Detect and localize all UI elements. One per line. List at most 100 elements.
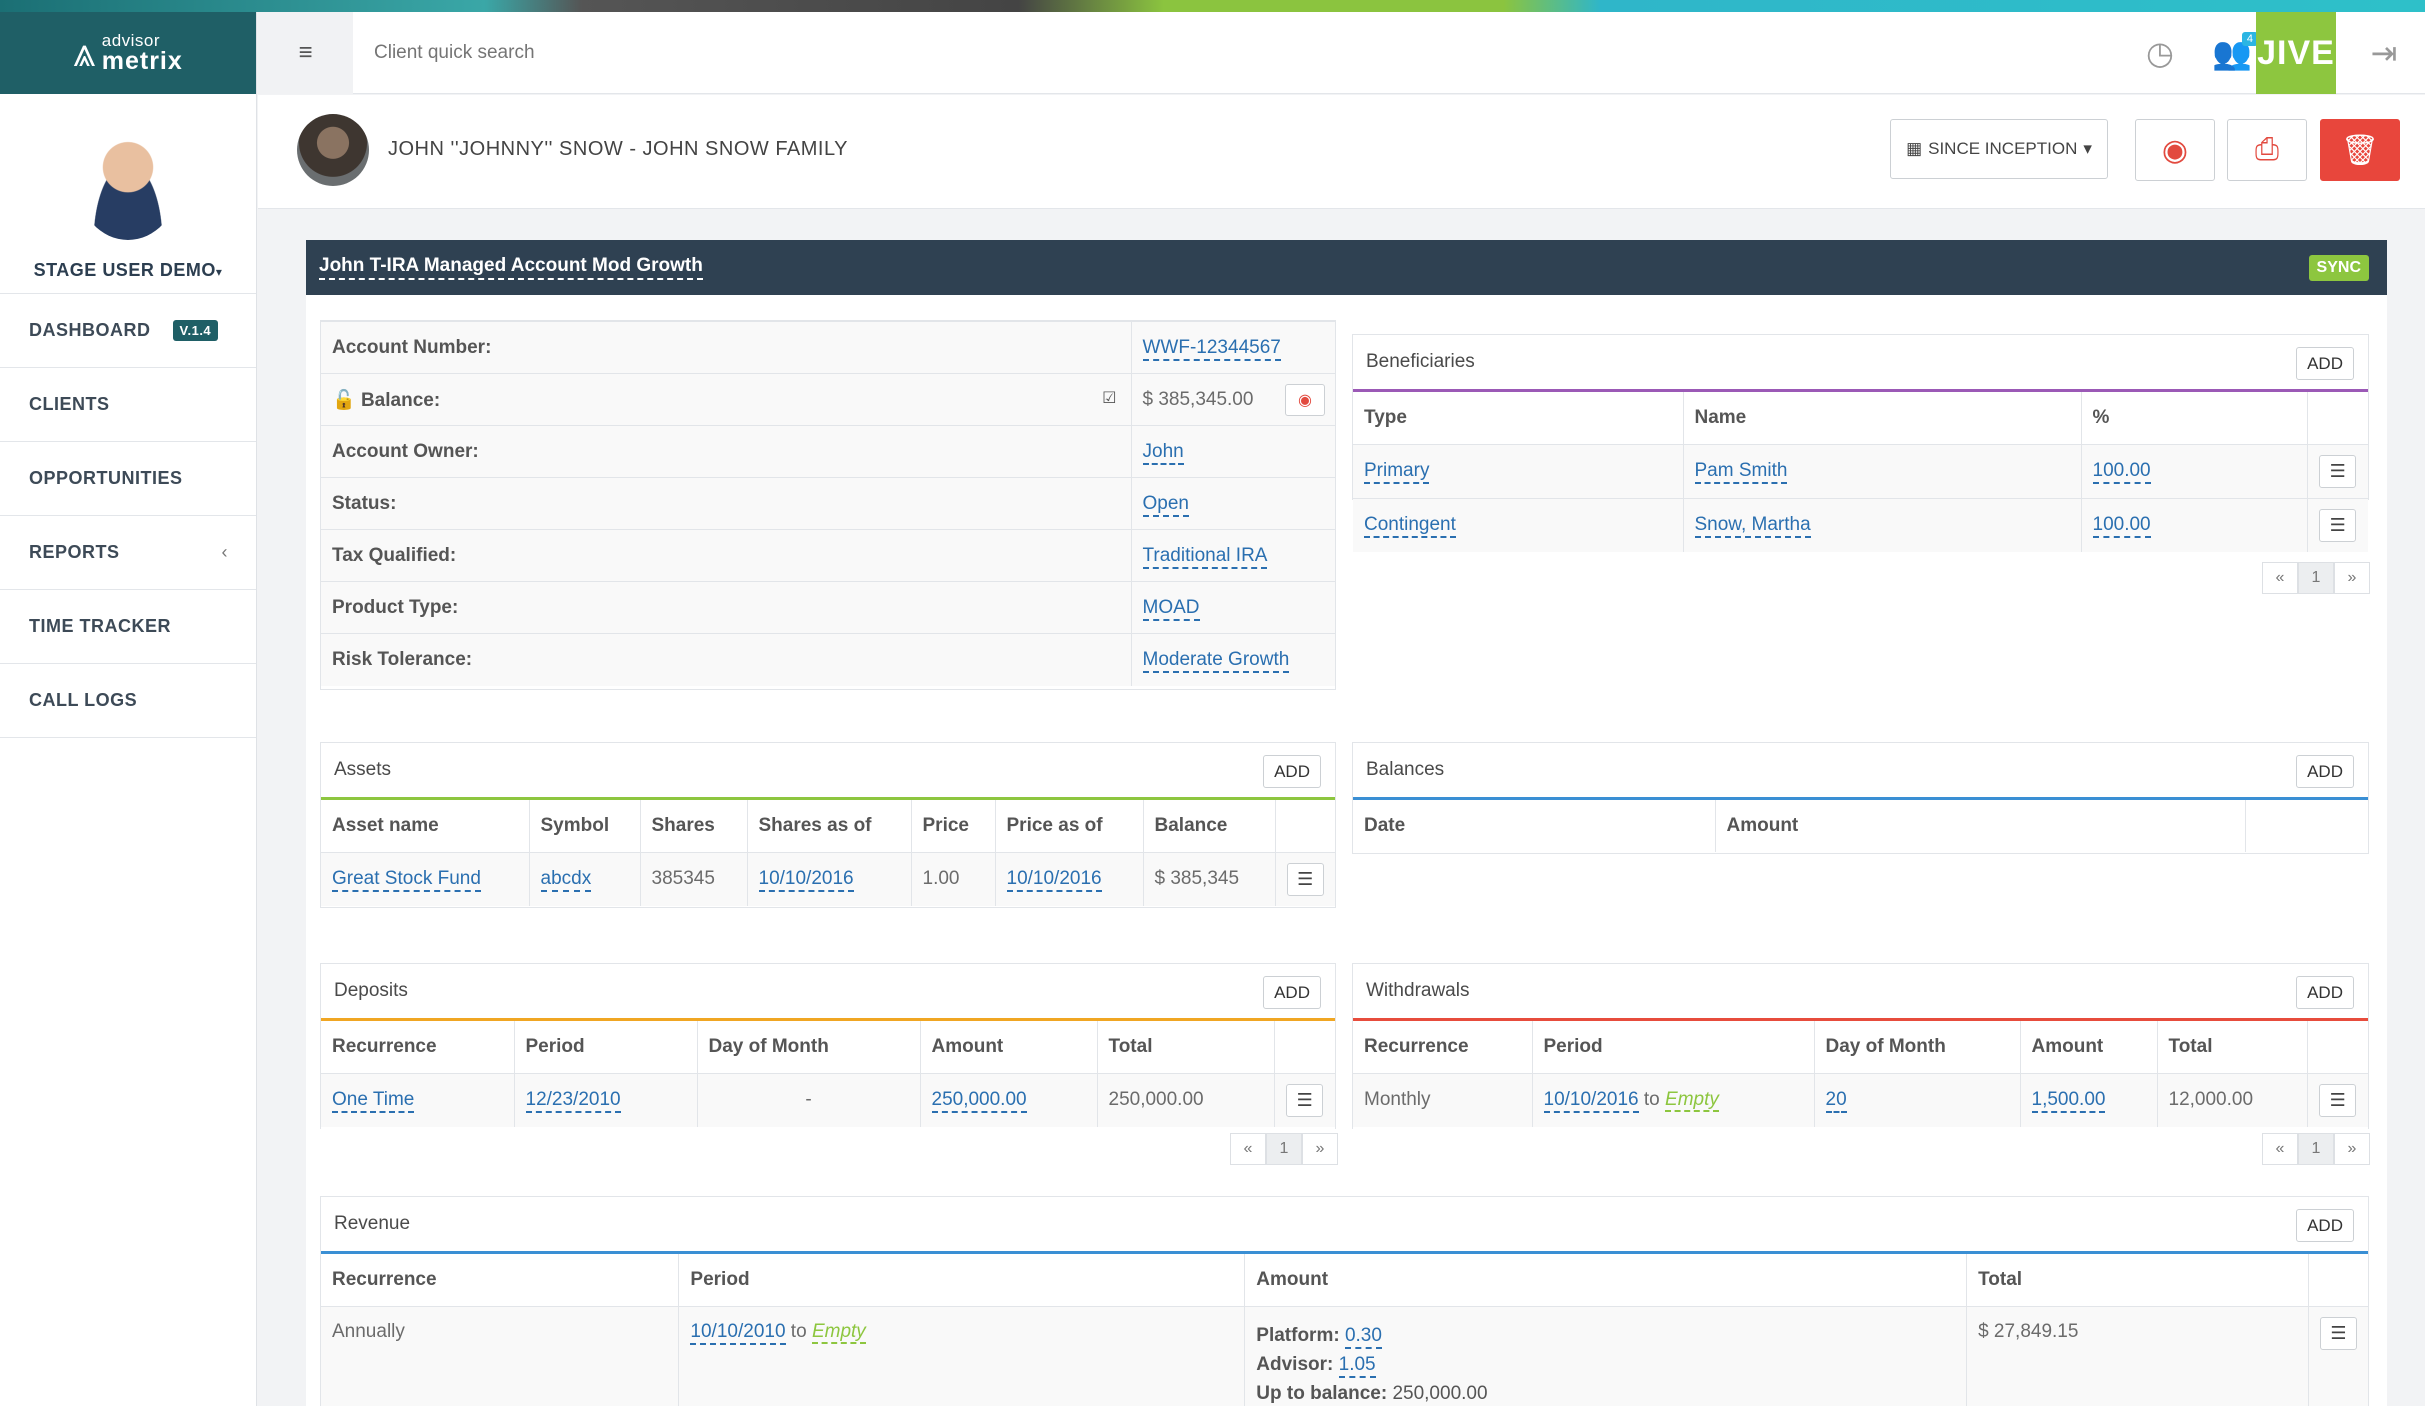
pdf-export-button[interactable]: ⎙ bbox=[2227, 119, 2307, 181]
withdrawal-period-to[interactable]: Empty bbox=[1665, 1089, 1719, 1113]
sidebar-item-clients[interactable]: CLIENTS bbox=[0, 368, 256, 442]
sidebar-item-dashboard[interactable]: DASHBOARD V.1.4 bbox=[0, 294, 256, 368]
date-range-dropdown[interactable]: ▦ SINCE INCEPTION ▾ bbox=[1890, 119, 2108, 179]
column-header: Date bbox=[1353, 800, 1716, 852]
column-header: Type bbox=[1353, 392, 1684, 444]
price-as-of[interactable]: 10/10/2016 bbox=[1006, 868, 1102, 893]
advisor-fee[interactable]: 1.05 bbox=[1338, 1353, 1376, 1378]
checkbox-icon[interactable]: ☑ bbox=[1102, 388, 1116, 408]
pager-next[interactable]: » bbox=[1302, 1133, 1338, 1165]
pager-next[interactable]: » bbox=[2334, 562, 2370, 594]
table-header-row: Date Amount bbox=[1353, 800, 2368, 852]
pager-next[interactable]: » bbox=[2334, 1133, 2370, 1165]
add-withdrawal-button[interactable]: ADD bbox=[2296, 976, 2354, 1009]
add-deposit-button[interactable]: ADD bbox=[1263, 976, 1321, 1009]
assets-panel: Assets ADD Asset name Symbol Shares Shar… bbox=[320, 742, 1336, 908]
sidebar-item-reports[interactable]: REPORTS ‹ bbox=[0, 516, 256, 590]
risk-tolerance-value[interactable]: Moderate Growth bbox=[1142, 648, 1290, 673]
history-icon[interactable]: ◷ bbox=[2120, 12, 2200, 94]
field-value[interactable]: MOAD bbox=[1131, 581, 1335, 634]
panel-header: Assets ADD bbox=[321, 743, 1335, 800]
sync-button[interactable]: SYNC bbox=[2308, 255, 2369, 281]
beneficiary-percent[interactable]: 100.00 bbox=[2092, 514, 2151, 539]
product-type-value[interactable]: MOAD bbox=[1142, 596, 1200, 621]
table-cell: 1.00 bbox=[911, 851, 996, 906]
row-menu-icon[interactable]: ☰ bbox=[2319, 1083, 2357, 1117]
deposit-period[interactable]: 12/23/2010 bbox=[525, 1089, 621, 1114]
shares-as-of[interactable]: 10/10/2016 bbox=[758, 868, 854, 893]
row-menu-icon[interactable]: ☰ bbox=[1286, 1083, 1324, 1117]
column-header: Name bbox=[1683, 392, 2082, 444]
platform-label: Platform: bbox=[1256, 1324, 1340, 1346]
deposit-recurrence[interactable]: One Time bbox=[332, 1089, 415, 1114]
beneficiary-name[interactable]: Pam Smith bbox=[1694, 460, 1788, 484]
revenue-period-to[interactable]: Empty bbox=[811, 1320, 866, 1344]
dog-icon-button[interactable]: ◉ bbox=[2135, 119, 2215, 181]
add-balance-button[interactable]: ADD bbox=[2296, 755, 2354, 788]
logout-icon[interactable]: ⇥ bbox=[2344, 12, 2424, 94]
add-beneficiary-button[interactable]: ADD bbox=[2296, 347, 2354, 380]
jive-button[interactable]: JIVE bbox=[2256, 12, 2336, 94]
account-number-value[interactable]: WWF-12344567 bbox=[1142, 336, 1281, 361]
sidebar-item-call-logs[interactable]: CALL LOGS bbox=[0, 664, 256, 738]
withdrawals-panel: Withdrawals ADD Recurrence Period Day of… bbox=[1352, 963, 2369, 1129]
client-search-input[interactable] bbox=[374, 38, 1074, 68]
user-profile: STAGE USER DEMO▾ bbox=[0, 94, 256, 294]
asset-symbol[interactable]: abcdx bbox=[540, 868, 592, 893]
app-logo[interactable]: ⩓ advisor metrix bbox=[0, 12, 256, 94]
row-menu-icon[interactable]: ☰ bbox=[1286, 862, 1324, 896]
column-header: Asset name bbox=[321, 800, 530, 852]
beneficiary-name[interactable]: Snow, Martha bbox=[1694, 514, 1811, 539]
user-menu[interactable]: STAGE USER DEMO▾ bbox=[34, 260, 223, 281]
table-cell: ☰ bbox=[2307, 443, 2368, 498]
pager-prev[interactable]: « bbox=[2262, 562, 2298, 594]
sidebar-item-time-tracker[interactable]: TIME TRACKER bbox=[0, 590, 256, 664]
add-revenue-button[interactable]: ADD bbox=[2296, 1209, 2354, 1242]
add-asset-button[interactable]: ADD bbox=[1263, 755, 1321, 788]
column-header: Period bbox=[678, 1254, 1246, 1306]
pager-page[interactable]: 1 bbox=[1266, 1133, 1302, 1165]
field-label: Product Type: bbox=[321, 581, 1132, 634]
revenue-period-from[interactable]: 10/10/2010 bbox=[690, 1320, 786, 1345]
dog-badge-icon[interactable]: ◉ bbox=[1285, 384, 1325, 416]
account-title[interactable]: John T-IRA Managed Account Mod Growth bbox=[319, 255, 703, 280]
pager-prev[interactable]: « bbox=[2262, 1133, 2298, 1165]
pager-page[interactable]: 1 bbox=[2298, 562, 2334, 594]
beneficiary-type[interactable]: Contingent bbox=[1364, 514, 1456, 539]
panel-title: Beneficiaries bbox=[1366, 351, 1475, 372]
field-value[interactable]: WWF-12344567 bbox=[1131, 321, 1335, 374]
delete-button[interactable]: 🗑 bbox=[2320, 119, 2400, 181]
field-value[interactable]: Traditional IRA bbox=[1131, 529, 1335, 582]
table-cell: 250,000.00 bbox=[920, 1072, 1098, 1127]
balance-value: $ 385,345.00 bbox=[1142, 388, 1254, 410]
sidebar-item-opportunities[interactable]: OPPORTUNITIES bbox=[0, 442, 256, 516]
field-label: Status: bbox=[321, 477, 1132, 530]
status-value[interactable]: Open bbox=[1142, 492, 1189, 517]
hamburger-menu-icon[interactable]: ≡ bbox=[258, 12, 353, 94]
beneficiary-type[interactable]: Primary bbox=[1364, 460, 1430, 484]
deposit-amount[interactable]: 250,000.00 bbox=[931, 1089, 1027, 1114]
withdrawal-amount[interactable]: 1,500.00 bbox=[2031, 1089, 2106, 1114]
table-cell: 1,500.00 bbox=[2020, 1072, 2158, 1127]
field-value[interactable]: John bbox=[1131, 425, 1335, 478]
platform-fee[interactable]: 0.30 bbox=[1344, 1324, 1382, 1349]
row-menu-icon[interactable]: ☰ bbox=[2320, 1316, 2357, 1350]
beneficiary-percent[interactable]: 100.00 bbox=[2092, 460, 2151, 484]
pager-prev[interactable]: « bbox=[1230, 1133, 1266, 1165]
withdrawal-day[interactable]: 20 bbox=[1825, 1089, 1847, 1114]
table-row: Risk Tolerance: Moderate Growth bbox=[321, 633, 1335, 686]
pager-page[interactable]: 1 bbox=[2298, 1133, 2334, 1165]
withdrawals-pagination: « 1 » bbox=[2262, 1133, 2370, 1165]
field-value[interactable]: Open bbox=[1131, 477, 1335, 530]
table-row: Account Number: WWF-12344567 bbox=[321, 321, 1335, 374]
field-value[interactable]: Moderate Growth bbox=[1131, 633, 1335, 686]
row-menu-icon[interactable]: ☰ bbox=[2319, 454, 2357, 488]
advisor-fee-line: Advisor: 1.05 bbox=[1256, 1350, 1955, 1379]
tax-qualified-value[interactable]: Traditional IRA bbox=[1142, 544, 1268, 569]
asset-name[interactable]: Great Stock Fund bbox=[332, 868, 481, 893]
beneficiaries-panel: Beneficiaries ADD Type Name % Primary Pa… bbox=[1352, 334, 2369, 552]
column-header: % bbox=[2081, 392, 2308, 444]
row-menu-icon[interactable]: ☰ bbox=[2319, 508, 2357, 542]
withdrawal-period-from[interactable]: 10/10/2016 bbox=[1543, 1089, 1639, 1114]
account-owner-value[interactable]: John bbox=[1142, 440, 1184, 465]
